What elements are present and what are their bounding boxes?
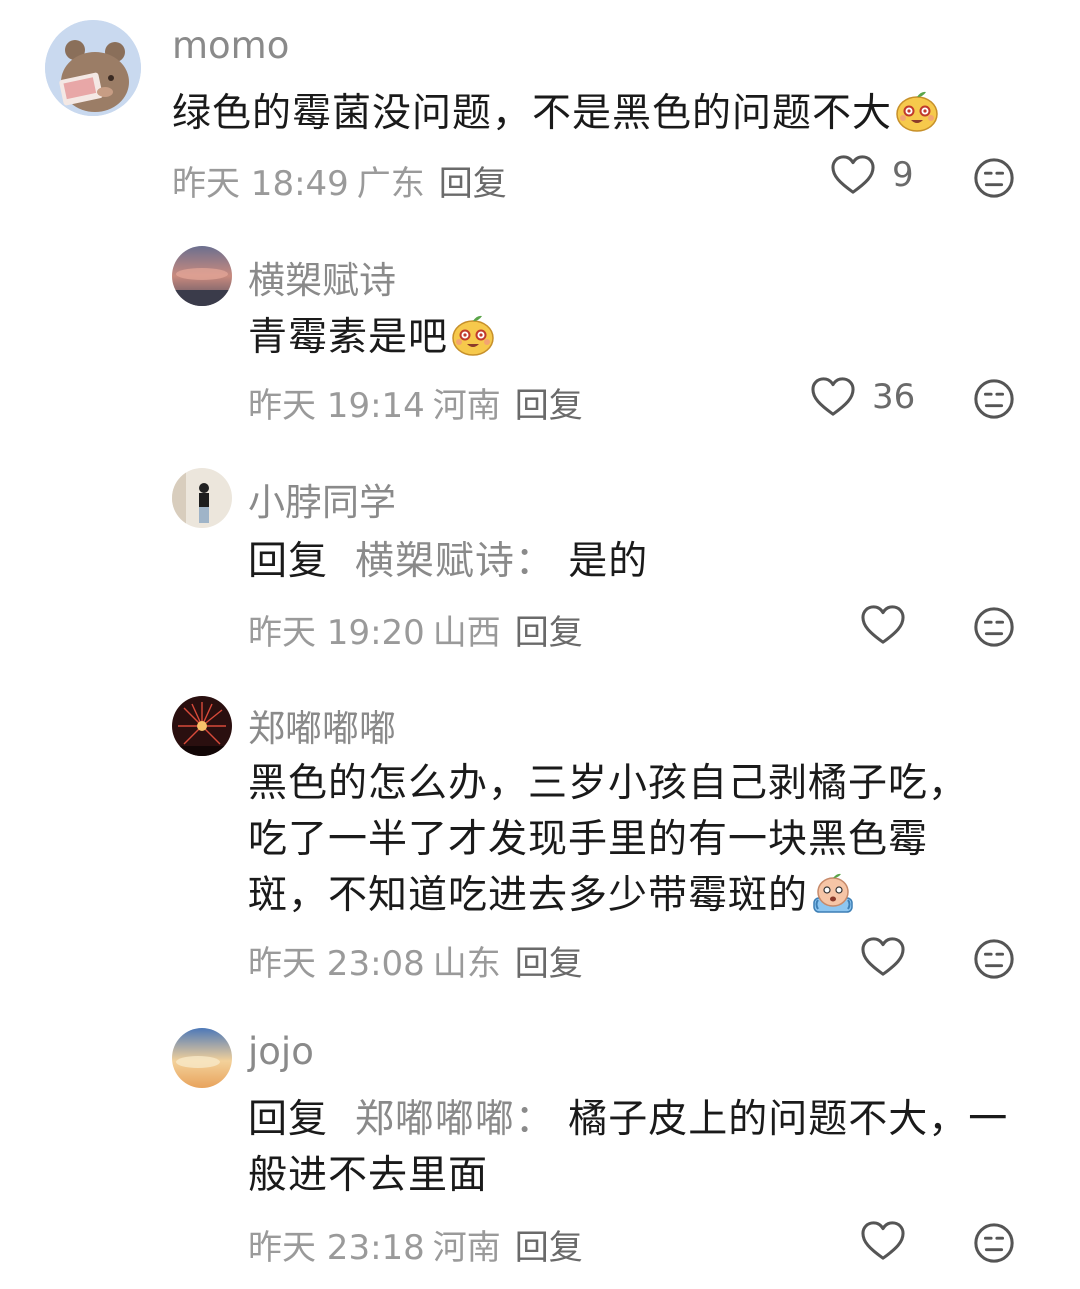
comment-text: 绿色的霉菌没问题，不是黑色的问题不大: [172, 86, 1032, 142]
reply-button[interactable]: 回复: [515, 613, 583, 653]
comment-body: 是的: [568, 539, 649, 584]
meh-face-icon[interactable]: [973, 1222, 1015, 1264]
meh-face-icon[interactable]: [973, 938, 1015, 980]
reply-item: 小脖同学 回复 横槊赋诗： 是的 昨天 19:20 山西 回复: [0, 462, 1080, 672]
comment-meta: 昨天 18:49 广东 回复: [172, 156, 507, 205]
reply-target[interactable]: 郑嘟嘟嘟：: [355, 1097, 555, 1142]
comment-time: 昨天 23:08: [248, 944, 425, 984]
comment-region: 河南: [432, 1228, 501, 1268]
avatar[interactable]: [172, 1028, 232, 1088]
comment-username[interactable]: 小脖同学: [248, 472, 396, 526]
comment-meta: 昨天 19:14 河南 回复: [248, 378, 583, 427]
laughing-orange-emoji: [450, 312, 496, 358]
avatar[interactable]: [172, 246, 232, 306]
like-button[interactable]: [860, 1220, 906, 1262]
laughing-orange-emoji: [894, 88, 940, 134]
comment-username[interactable]: 郑嘟嘟嘟: [248, 698, 396, 752]
comment-text: 回复 横槊赋诗： 是的: [248, 534, 1028, 590]
reply-button[interactable]: 回复: [515, 386, 583, 426]
avatar[interactable]: [45, 20, 141, 116]
comment-username[interactable]: jojo: [248, 1030, 314, 1073]
like-count: 9: [892, 155, 914, 195]
comment-text: 青霉素是吧: [248, 310, 1028, 366]
avatar[interactable]: [172, 696, 232, 756]
like-button[interactable]: [860, 936, 906, 978]
meh-face-icon[interactable]: [973, 606, 1015, 648]
comment-item: momo 绿色的霉菌没问题，不是黑色的问题不大 昨天 18:49 广东 回复 9: [0, 0, 1080, 220]
comment-region: 广东: [356, 164, 425, 204]
reply-button[interactable]: 回复: [515, 1228, 583, 1268]
comment-region: 山西: [432, 613, 501, 653]
reply-button[interactable]: 回复: [515, 944, 583, 984]
scared-orange-emoji: [810, 870, 856, 916]
reply-prefix: 回复: [248, 1097, 329, 1142]
like-button[interactable]: 9: [830, 154, 914, 196]
comment-body: 黑色的怎么办，三岁小孩自己剥橘子吃，吃了一半了才发现手里的有一块黑色霉斑，不知道…: [248, 761, 969, 918]
like-button[interactable]: 36: [810, 376, 915, 418]
reply-target[interactable]: 横槊赋诗：: [355, 539, 555, 584]
like-button[interactable]: [860, 604, 906, 646]
comment-meta: 昨天 19:20 山西 回复: [248, 605, 583, 654]
heart-outline-icon: [860, 604, 906, 646]
meh-face-icon[interactable]: [973, 157, 1015, 199]
heart-outline-icon: [860, 936, 906, 978]
comment-body: 青霉素是吧: [248, 315, 449, 360]
comment-meta: 昨天 23:18 河南 回复: [248, 1220, 583, 1269]
comment-time: 昨天 19:20: [248, 613, 425, 653]
comment-username[interactable]: momo: [172, 24, 289, 67]
comment-time: 昨天 23:18: [248, 1228, 425, 1268]
comment-meta: 昨天 23:08 山东 回复: [248, 936, 583, 985]
like-count: 36: [872, 377, 916, 417]
comment-username[interactable]: 横槊赋诗: [248, 250, 396, 304]
comment-text: 回复 郑嘟嘟嘟： 橘子皮上的问题不大，一般进不去里面: [248, 1092, 1038, 1204]
reply-item: 横槊赋诗 青霉素是吧 昨天 19:14 河南 回复 36: [0, 240, 1080, 440]
reply-button[interactable]: 回复: [439, 164, 507, 204]
comment-time: 昨天 19:14: [248, 386, 425, 426]
comment-time: 昨天 18:49: [172, 164, 349, 204]
heart-outline-icon: [810, 376, 856, 418]
comment-region: 山东: [432, 944, 501, 984]
reply-item: 郑嘟嘟嘟 黑色的怎么办，三岁小孩自己剥橘子吃，吃了一半了才发现手里的有一块黑色霉…: [0, 690, 1080, 1010]
comment-body: 绿色的霉菌没问题，不是黑色的问题不大: [172, 91, 893, 136]
meh-face-icon[interactable]: [973, 378, 1015, 420]
heart-outline-icon: [830, 154, 876, 196]
avatar[interactable]: [172, 468, 232, 528]
comment-text: 黑色的怎么办，三岁小孩自己剥橘子吃，吃了一半了才发现手里的有一块黑色霉斑，不知道…: [248, 756, 988, 924]
comment-region: 河南: [432, 386, 501, 426]
reply-item: jojo 回复 郑嘟嘟嘟： 橘子皮上的问题不大，一般进不去里面 昨天 23:18…: [0, 1024, 1080, 1284]
heart-outline-icon: [860, 1220, 906, 1262]
reply-prefix: 回复: [248, 539, 329, 584]
